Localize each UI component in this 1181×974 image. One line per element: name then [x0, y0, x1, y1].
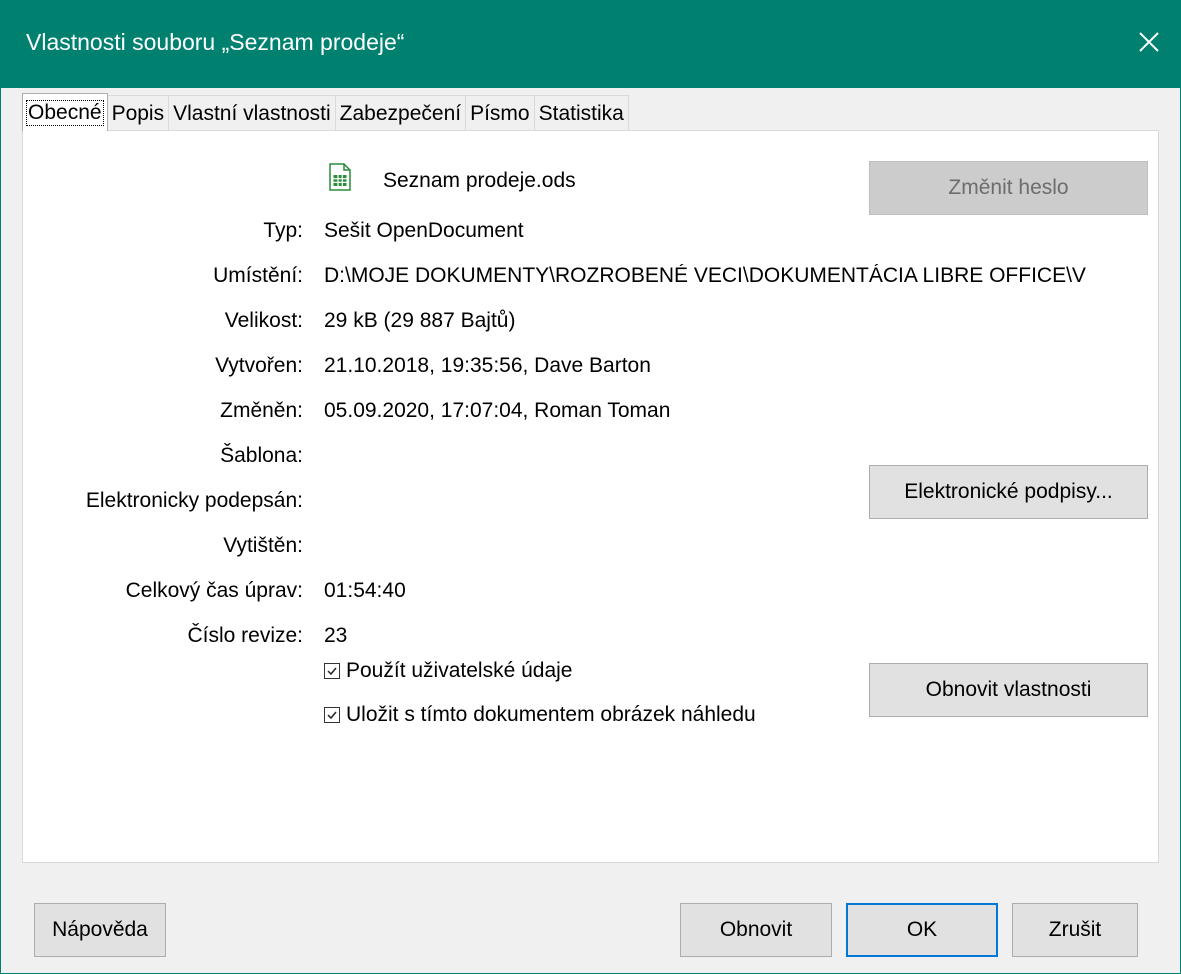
save-thumbnail-checkbox[interactable]: Uložit s tímto dokumentem obrázek náhled… — [324, 703, 756, 727]
use-user-data-checkbox[interactable]: Použít uživatelské údaje — [324, 659, 572, 683]
location-label: Umístění: — [213, 264, 303, 287]
reset-button[interactable]: Obnovit — [680, 903, 832, 957]
title-bar: Vlastnosti souboru „Seznam prodeje“ — [0, 0, 1181, 88]
tab-custom-properties[interactable]: Vlastní vlastnosti — [168, 95, 336, 131]
revision-value: 23 — [324, 624, 348, 647]
size-value: 29 kB (29 887 Bajtů) — [324, 309, 516, 332]
tab-security[interactable]: Zabezpečení — [334, 95, 467, 131]
checkbox-checked-icon — [324, 707, 340, 723]
edit-time-label: Celkový čas úprav: — [125, 579, 303, 602]
close-button[interactable] — [1129, 22, 1169, 62]
tab-statistics[interactable]: Statistika — [533, 95, 629, 131]
revision-label: Číslo revize: — [187, 624, 303, 647]
modified-label: Změněn: — [220, 399, 303, 422]
help-button[interactable]: Nápověda — [34, 903, 166, 957]
reset-properties-button[interactable]: Obnovit vlastnosti — [869, 663, 1148, 717]
modified-value: 05.09.2020, 17:07:04, Roman Toman — [324, 399, 671, 422]
cancel-button[interactable]: Zrušit — [1012, 903, 1138, 957]
printed-label: Vytištěn: — [223, 534, 303, 557]
tab-bar: Obecné Popis Vlastní vlastnosti Zabezpeč… — [22, 93, 629, 131]
digital-signatures-button[interactable]: Elektronické podpisy... — [869, 465, 1148, 519]
save-thumbnail-label: Uložit s tímto dokumentem obrázek náhled… — [346, 703, 756, 726]
location-value: D:\MOJE DOKUMENTY\ROZROBENÉ VECI\DOKUMEN… — [324, 264, 1086, 287]
created-value: 21.10.2018, 19:35:56, Dave Barton — [324, 354, 651, 377]
spreadsheet-icon — [329, 163, 351, 191]
size-label: Velikost: — [224, 309, 303, 332]
type-label: Typ: — [263, 219, 303, 242]
change-password-button[interactable]: Změnit heslo — [869, 161, 1148, 215]
tab-font[interactable]: Písmo — [465, 95, 535, 131]
edit-time-value: 01:54:40 — [324, 579, 406, 602]
ok-button[interactable]: OK — [846, 903, 998, 957]
checkbox-checked-icon — [324, 663, 340, 679]
type-value: Sešit OpenDocument — [324, 219, 524, 242]
use-user-data-label: Použít uživatelské údaje — [346, 659, 573, 682]
template-label: Šablona: — [220, 444, 303, 467]
general-panel: Seznam prodeje.ods Změnit heslo Typ: Seš… — [22, 130, 1159, 863]
file-name: Seznam prodeje.ods — [383, 169, 576, 192]
tab-description[interactable]: Popis — [106, 95, 170, 131]
signed-label: Elektronicky podepsán: — [85, 489, 303, 512]
created-label: Vytvořen: — [215, 354, 303, 377]
tab-general[interactable]: Obecné — [22, 93, 108, 131]
window-title: Vlastnosti souboru „Seznam prodeje“ — [26, 29, 405, 55]
close-icon — [1139, 32, 1159, 52]
